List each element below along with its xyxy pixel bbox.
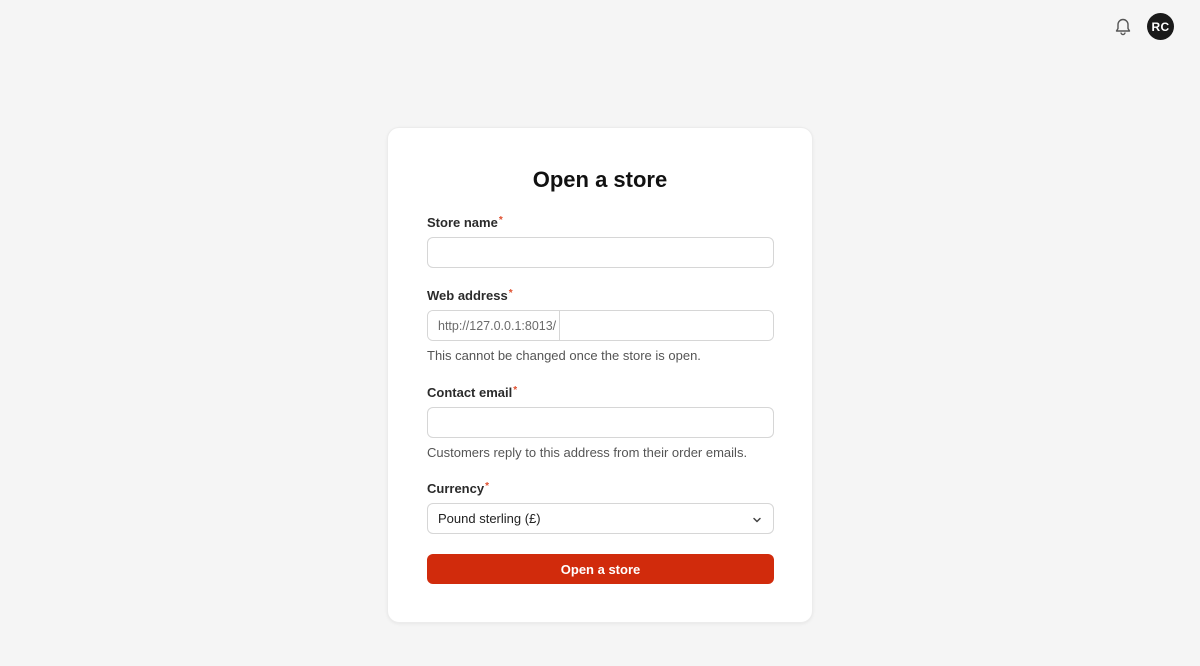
required-mark: * xyxy=(498,215,503,226)
top-bar: RC xyxy=(0,0,1200,54)
web-address-input[interactable] xyxy=(560,311,773,340)
page-title: Open a store xyxy=(532,167,668,192)
open-store-button[interactable]: Open a store xyxy=(427,554,774,584)
currency-label-text: Currency xyxy=(427,481,485,496)
currency-select[interactable]: Pound sterling (£) xyxy=(427,503,774,534)
contact-email-label: Contact email* xyxy=(427,385,517,400)
chevron-down-icon xyxy=(751,514,763,526)
contact-email-input[interactable] xyxy=(427,407,774,438)
bell-icon[interactable] xyxy=(1113,16,1133,36)
web-address-label: Web address* xyxy=(427,288,513,303)
currency-selected-value: Pound sterling (£) xyxy=(438,511,541,526)
avatar[interactable]: RC xyxy=(1147,13,1174,40)
web-address-field: http://127.0.0.1:8013/ xyxy=(427,310,774,341)
contact-email-help: Customers reply to this address from the… xyxy=(427,445,748,460)
web-address-prefix: http://127.0.0.1:8013/ xyxy=(428,311,560,340)
store-name-label: Store name* xyxy=(427,215,503,230)
store-name-input[interactable] xyxy=(427,237,774,268)
contact-email-label-text: Contact email xyxy=(427,385,513,400)
web-address-label-text: Web address xyxy=(427,288,508,303)
required-mark: * xyxy=(485,481,489,492)
open-store-card: Open a store Store name* Web address* ht… xyxy=(387,127,813,623)
web-address-help: This cannot be changed once the store is… xyxy=(427,348,701,363)
required-mark: * xyxy=(513,385,518,396)
store-name-label-text: Store name xyxy=(427,215,498,230)
currency-label: Currency* xyxy=(427,481,489,496)
required-mark: * xyxy=(508,288,513,299)
